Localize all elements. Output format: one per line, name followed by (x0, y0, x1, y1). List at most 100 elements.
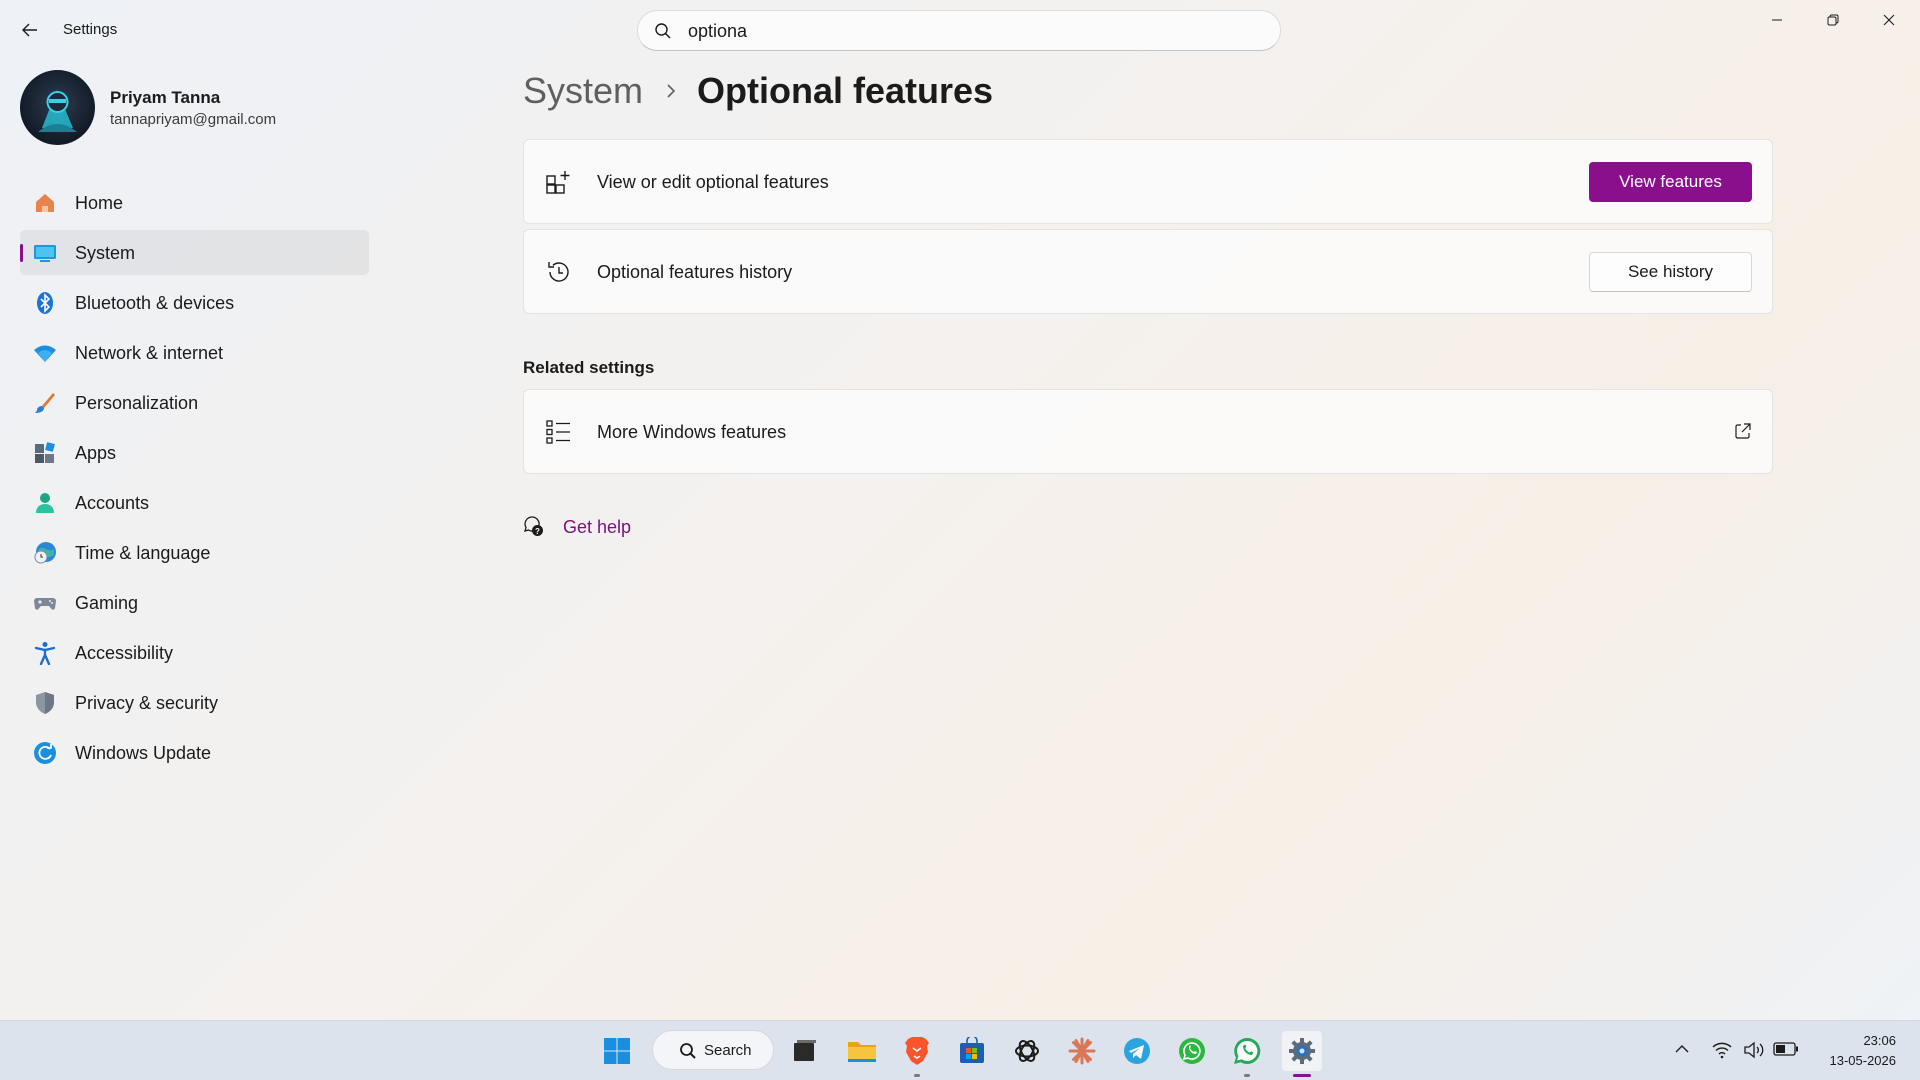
sidebar-item-apps[interactable]: Apps (20, 430, 369, 475)
sidebar-item-label: Windows Update (75, 743, 212, 763)
battery-icon[interactable] (1773, 1041, 1799, 1057)
brave-browser-button[interactable] (897, 1031, 937, 1077)
sidebar-item-label: Accessibility (75, 643, 174, 663)
refresh-icon (34, 742, 56, 764)
external-link-icon (1735, 423, 1751, 439)
breadcrumb: System Optional features (523, 70, 993, 112)
sidebar-item-label: Bluetooth & devices (75, 293, 235, 313)
system-icon (34, 245, 56, 262)
task-view-button[interactable] (785, 1031, 825, 1071)
see-history-button[interactable]: See history (1589, 252, 1752, 292)
search-box[interactable] (637, 10, 1281, 51)
telegram-icon (1124, 1038, 1150, 1064)
help-chat-icon: ? (524, 516, 543, 536)
accessibility-icon (34, 642, 56, 665)
clock-date: 13-05-2026 (1829, 1053, 1897, 1068)
restore-icon (1827, 14, 1839, 26)
search-input[interactable] (688, 17, 1248, 45)
get-help[interactable]: ? Get help (523, 516, 631, 538)
history-label: Optional features history (597, 262, 793, 282)
sidebar-item-label: Network & internet (75, 343, 224, 363)
sidebar-item-windows-update[interactable]: Windows Update (20, 730, 369, 775)
sidebar-item-time-language[interactable]: Time & language (20, 530, 369, 575)
chevron-up-icon[interactable] (1674, 1041, 1690, 1057)
file-explorer-button[interactable] (842, 1031, 882, 1071)
avatar[interactable] (20, 70, 95, 145)
back-arrow-icon (22, 23, 37, 37)
clock-time: 23:06 (1863, 1033, 1896, 1048)
start-button[interactable] (597, 1031, 637, 1071)
more-windows-features-label: More Windows features (597, 422, 787, 442)
telegram-button[interactable] (1117, 1031, 1157, 1071)
sidebar-item-label: Accounts (75, 493, 150, 513)
sidebar-item-accessibility[interactable]: Accessibility (20, 630, 369, 675)
chevron-right-icon (667, 84, 676, 98)
page-title: Optional features (697, 70, 994, 111)
title-bar: Settings (0, 0, 1920, 60)
app-title: Settings (63, 21, 118, 38)
bluetooth-icon (37, 292, 53, 314)
view-edit-label: View or edit optional features (597, 172, 829, 192)
sidebar-item-label: Privacy & security (75, 693, 219, 713)
breadcrumb-parent-link[interactable]: System (523, 70, 643, 112)
view-features-button[interactable]: View features (1589, 162, 1752, 202)
volume-icon[interactable] (1743, 1041, 1765, 1059)
running-indicator (1244, 1074, 1250, 1077)
chatgpt-icon (1015, 1040, 1039, 1062)
sidebar-item-system[interactable]: System (20, 230, 369, 275)
sidebar-item-label: Gaming (75, 593, 139, 613)
taskbar-search[interactable]: Search (652, 1030, 774, 1070)
whatsapp-web-button[interactable] (1172, 1031, 1212, 1071)
sidebar-item-privacy-security[interactable]: Privacy & security (20, 680, 369, 725)
settings-button[interactable] (1282, 1031, 1322, 1077)
restore-button[interactable] (1805, 0, 1861, 40)
clock[interactable]: 23:06 13-05-2026 (1830, 1031, 1897, 1071)
running-indicator (914, 1074, 920, 1077)
list-icon (546, 420, 570, 444)
minimize-button[interactable] (1749, 0, 1805, 40)
get-help-link[interactable]: Get help (563, 517, 631, 538)
sidebar-item-label: Time & language (75, 543, 211, 563)
avatar-image (38, 90, 77, 132)
person-icon (36, 493, 54, 513)
sidebar-nav: Home System Bluetooth & devices Network … (20, 180, 369, 780)
active-indicator (1293, 1074, 1311, 1077)
add-apps-icon (546, 171, 570, 194)
more-windows-features-card[interactable]: More Windows features (523, 389, 1773, 474)
brave-icon (905, 1037, 929, 1065)
sidebar-item-bluetooth-devices[interactable]: Bluetooth & devices (20, 280, 369, 325)
sidebar-item-home[interactable]: Home (20, 180, 369, 225)
claude-icon (1068, 1037, 1096, 1065)
sidebar-item-label: Apps (75, 443, 117, 463)
claude-button[interactable] (1062, 1031, 1102, 1071)
store-icon (960, 1037, 984, 1063)
task-view-icon (794, 1040, 816, 1061)
search-icon (655, 23, 671, 39)
gamepad-icon (34, 598, 56, 610)
search-icon (680, 1043, 696, 1059)
sidebar-item-label: Personalization (75, 393, 199, 413)
sidebar-item-network-internet[interactable]: Network & internet (20, 330, 369, 375)
profile-email: tannapriyam@gmail.com (110, 111, 277, 128)
shield-icon (36, 692, 54, 714)
back-button[interactable] (14, 14, 46, 46)
whatsapp-icon (1234, 1037, 1261, 1064)
windows-logo-icon (604, 1038, 630, 1064)
taskbar: Search 23:06 13-05-2026 (0, 1020, 1920, 1080)
wifi-icon[interactable] (1712, 1041, 1732, 1059)
svg-text:?: ? (535, 527, 540, 536)
view-edit-optional-features-card: View or edit optional features View feat… (523, 139, 1773, 224)
clock-globe-icon (34, 542, 56, 564)
history-icon (548, 262, 569, 282)
microsoft-store-button[interactable] (952, 1031, 992, 1071)
wifi-icon (34, 345, 56, 362)
taskbar-search-label: Search (704, 1042, 752, 1059)
sidebar-item-gaming[interactable]: Gaming (20, 580, 369, 625)
close-button[interactable] (1861, 0, 1917, 40)
profile-name: Priyam Tanna (110, 88, 221, 107)
whatsapp-button[interactable] (1227, 1031, 1267, 1077)
sidebar-item-accounts[interactable]: Accounts (20, 480, 369, 525)
sidebar-item-personalization[interactable]: Personalization (20, 380, 369, 425)
chatgpt-button[interactable] (1007, 1031, 1047, 1071)
folder-icon (848, 1042, 876, 1062)
